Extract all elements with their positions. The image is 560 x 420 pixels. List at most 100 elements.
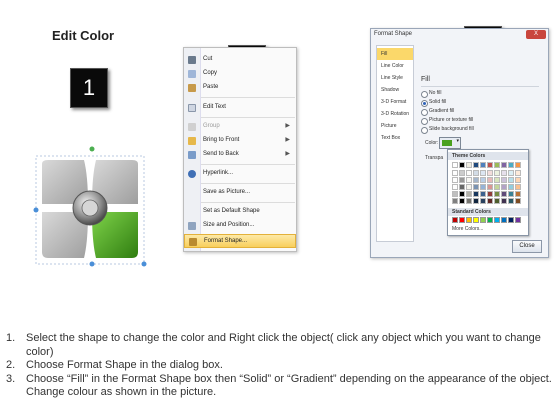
color-swatch[interactable] xyxy=(459,177,465,183)
standard-color-swatch[interactable] xyxy=(452,217,458,223)
color-swatch[interactable] xyxy=(480,191,486,197)
color-swatch[interactable] xyxy=(494,177,500,183)
category-line-style[interactable]: Line Style xyxy=(377,72,413,84)
color-swatch[interactable] xyxy=(473,170,479,176)
color-swatch[interactable] xyxy=(501,191,507,197)
category-3d-rotation[interactable]: 3-D Rotation xyxy=(377,108,413,120)
color-swatch[interactable] xyxy=(466,170,472,176)
standard-color-swatch[interactable] xyxy=(459,217,465,223)
color-swatch[interactable] xyxy=(459,184,465,190)
color-swatch[interactable] xyxy=(501,184,507,190)
color-swatch[interactable] xyxy=(515,198,521,204)
radio-no-fill[interactable]: No fill xyxy=(421,89,541,98)
category-picture[interactable]: Picture xyxy=(377,120,413,132)
color-swatch[interactable] xyxy=(508,184,514,190)
color-swatch[interactable] xyxy=(452,170,458,176)
menu-item-copy[interactable]: Copy xyxy=(184,67,296,81)
resize-handle-left[interactable] xyxy=(33,207,39,213)
color-swatch[interactable] xyxy=(487,170,493,176)
color-picker-button[interactable]: ▾ xyxy=(439,137,461,149)
color-swatch[interactable] xyxy=(515,170,521,176)
color-swatch[interactable] xyxy=(473,162,479,168)
menu-item-edit-text[interactable]: Edit Text xyxy=(184,101,296,115)
menu-item-bring-to-front[interactable]: Bring to Front ▶ xyxy=(184,134,296,148)
standard-color-swatch[interactable] xyxy=(473,217,479,223)
color-swatch[interactable] xyxy=(466,177,472,183)
color-swatch[interactable] xyxy=(487,198,493,204)
menu-item-hyperlink[interactable]: Hyperlink... xyxy=(184,167,296,181)
color-swatch[interactable] xyxy=(459,162,465,168)
color-swatch[interactable] xyxy=(452,162,458,168)
color-swatch[interactable] xyxy=(494,198,500,204)
color-swatch[interactable] xyxy=(515,184,521,190)
color-swatch[interactable] xyxy=(508,177,514,183)
color-swatch[interactable] xyxy=(515,162,521,168)
resize-handle-corner[interactable] xyxy=(141,261,147,267)
color-swatch[interactable] xyxy=(501,170,507,176)
radio-slide-background-fill[interactable]: Slide background fill xyxy=(421,125,541,134)
color-swatch[interactable] xyxy=(494,162,500,168)
color-swatch[interactable] xyxy=(515,191,521,197)
color-swatch[interactable] xyxy=(501,162,507,168)
color-swatch[interactable] xyxy=(452,198,458,204)
shape-graphic[interactable] xyxy=(32,146,152,272)
menu-item-paste[interactable]: Paste xyxy=(184,81,296,95)
color-swatch[interactable] xyxy=(473,191,479,197)
color-swatch[interactable] xyxy=(487,184,493,190)
color-swatch[interactable] xyxy=(487,162,493,168)
color-swatch[interactable] xyxy=(452,177,458,183)
color-swatch[interactable] xyxy=(480,162,486,168)
category-shadow[interactable]: Shadow xyxy=(377,84,413,96)
color-swatch[interactable] xyxy=(480,177,486,183)
color-swatch[interactable] xyxy=(452,191,458,197)
color-swatch[interactable] xyxy=(480,184,486,190)
category-fill[interactable]: Fill xyxy=(377,48,413,60)
color-swatch[interactable] xyxy=(459,198,465,204)
color-swatch[interactable] xyxy=(466,198,472,204)
menu-item-set-default-shape[interactable]: Set as Default Shape xyxy=(184,205,296,219)
category-text-box[interactable]: Text Box xyxy=(377,132,413,144)
color-swatch[interactable] xyxy=(473,184,479,190)
color-swatch[interactable] xyxy=(494,170,500,176)
menu-item-save-as-picture[interactable]: Save as Picture... xyxy=(184,186,296,200)
menu-item-format-shape[interactable]: Format Shape... xyxy=(184,234,296,248)
color-swatch[interactable] xyxy=(459,191,465,197)
menu-item-group[interactable]: Group ▶ xyxy=(184,120,296,134)
color-swatch[interactable] xyxy=(466,184,472,190)
color-swatch[interactable] xyxy=(473,177,479,183)
menu-item-send-to-back[interactable]: Send to Back ▶ xyxy=(184,148,296,162)
standard-color-swatch[interactable] xyxy=(480,217,486,223)
color-swatch[interactable] xyxy=(508,191,514,197)
radio-gradient-fill[interactable]: Gradient fill xyxy=(421,107,541,116)
menu-item-cut[interactable]: Cut xyxy=(184,53,296,67)
menu-item-size-position[interactable]: Size and Position... xyxy=(184,219,296,233)
color-swatch[interactable] xyxy=(501,198,507,204)
category-3d-format[interactable]: 3-D Format xyxy=(377,96,413,108)
resize-handle-bottom[interactable] xyxy=(89,261,95,267)
color-swatch[interactable] xyxy=(480,198,486,204)
standard-color-swatch[interactable] xyxy=(487,217,493,223)
color-swatch[interactable] xyxy=(494,184,500,190)
radio-solid-fill[interactable]: Solid fill xyxy=(421,98,541,107)
color-swatch[interactable] xyxy=(487,191,493,197)
color-swatch[interactable] xyxy=(480,170,486,176)
color-swatch[interactable] xyxy=(508,170,514,176)
color-swatch[interactable] xyxy=(459,170,465,176)
standard-color-swatch[interactable] xyxy=(494,217,500,223)
standard-color-swatch[interactable] xyxy=(515,217,521,223)
dialog-close-x-button[interactable]: X xyxy=(526,30,546,39)
color-swatch[interactable] xyxy=(494,191,500,197)
standard-color-swatch[interactable] xyxy=(466,217,472,223)
standard-color-swatch[interactable] xyxy=(501,217,507,223)
color-swatch[interactable] xyxy=(473,198,479,204)
more-colors-link[interactable]: More Colors... xyxy=(452,226,483,232)
radio-picture-texture-fill[interactable]: Picture or texture fill xyxy=(421,116,541,125)
color-swatch[interactable] xyxy=(508,162,514,168)
color-swatch[interactable] xyxy=(515,177,521,183)
category-line-color[interactable]: Line Color xyxy=(377,60,413,72)
color-swatch[interactable] xyxy=(466,162,472,168)
color-swatch[interactable] xyxy=(452,184,458,190)
color-swatch[interactable] xyxy=(487,177,493,183)
rotate-handle[interactable] xyxy=(89,146,95,152)
standard-color-swatch[interactable] xyxy=(508,217,514,223)
